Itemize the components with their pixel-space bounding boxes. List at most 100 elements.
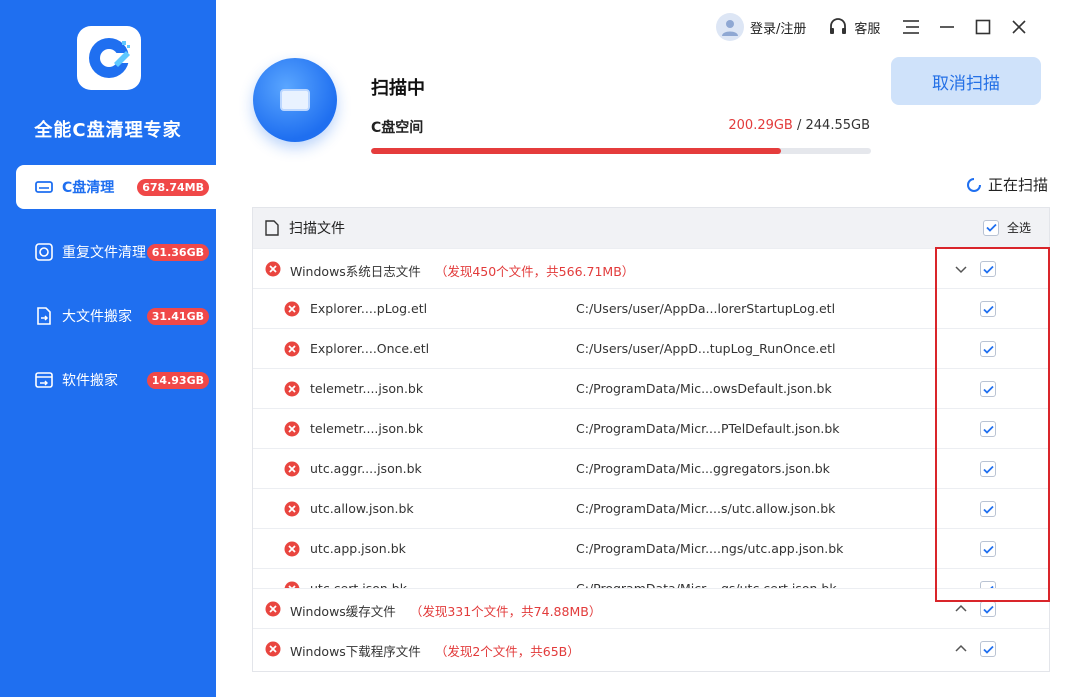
- error-x-icon: [265, 261, 281, 277]
- error-x-icon: [284, 301, 300, 317]
- minimize-icon: [940, 26, 955, 28]
- row-checkbox[interactable]: [980, 601, 996, 617]
- file-path: C:/Users/user/AppD...tupLog_RunOnce.etl: [576, 341, 836, 356]
- sidebar-item-label: 重复文件清理: [62, 245, 146, 261]
- error-x-icon: [265, 641, 281, 657]
- sidebar-item-label: 软件搬家: [62, 373, 118, 389]
- category-found-summary: （发现450个文件，共566.71MB）: [434, 264, 635, 279]
- file-row[interactable]: utc.cert.json.bk C:/ProgramData/Micr....g…: [253, 568, 1049, 588]
- sidebar-item-large-file-move[interactable]: 大文件搬家 31.41GB: [16, 294, 216, 338]
- app-logo: [77, 26, 141, 90]
- category-row[interactable]: Windows下载程序文件 （发现2个文件，共65B）: [253, 628, 1049, 668]
- size-badge: 678.74MB: [137, 178, 209, 196]
- minimize-button[interactable]: [936, 16, 958, 38]
- top-bar: 登录/注册 客服: [716, 10, 1030, 44]
- row-checkbox[interactable]: [980, 421, 996, 437]
- file-name: utc.allow.json.bk: [310, 501, 414, 516]
- c-drive-logo-icon: [89, 38, 130, 78]
- login-link[interactable]: 登录/注册: [750, 18, 806, 37]
- error-x-icon: [284, 581, 300, 588]
- sidebar-item-software-move[interactable]: 软件搬家 14.93GB: [16, 358, 216, 402]
- disk-usage-progress: [371, 148, 871, 154]
- sidebar: 全能C盘清理专家 C盘清理 678.74MB 重复文件清理 61.36GB 大文…: [0, 0, 216, 697]
- chevron-up-icon[interactable]: [954, 642, 968, 656]
- software-icon: [34, 370, 54, 390]
- category-row[interactable]: Windows缓存文件 （发现331个文件，共74.88MB）: [253, 588, 1049, 628]
- disk-usage-text: 200.29GB / 244.55GB: [728, 118, 870, 133]
- select-all-checkbox[interactable]: [983, 219, 999, 236]
- category-row[interactable]: Windows系统日志文件 （发现450个文件，共566.71MB）: [253, 248, 1049, 288]
- file-row[interactable]: utc.app.json.bk C:/ProgramData/Micr....ng…: [253, 528, 1049, 568]
- duplicate-icon: [34, 242, 54, 262]
- file-row[interactable]: telemetr....json.bk C:/ProgramData/Micr..…: [253, 408, 1049, 448]
- check-icon: [982, 505, 994, 514]
- headset-icon[interactable]: [828, 17, 848, 37]
- row-checkbox[interactable]: [980, 341, 996, 357]
- avatar[interactable]: [716, 13, 744, 41]
- file-name: utc.cert.json.bk: [310, 581, 407, 588]
- menu-icon: [903, 20, 920, 34]
- category-name: Windows缓存文件: [290, 604, 396, 619]
- file-name: utc.app.json.bk: [310, 541, 406, 556]
- category-name: Windows系统日志文件: [290, 264, 421, 279]
- error-x-icon: [284, 461, 300, 477]
- file-path: C:/ProgramData/Mic...owsDefault.json.bk: [576, 381, 832, 396]
- error-x-icon: [265, 601, 281, 617]
- maximize-button[interactable]: [972, 16, 994, 38]
- file-name: utc.aggr....json.bk: [310, 461, 422, 476]
- disk-used-value: 200.29GB: [728, 118, 793, 133]
- file-row[interactable]: Explorer....pLog.etl C:/Users/user/AppDa.…: [253, 288, 1049, 328]
- file-row[interactable]: telemetr....json.bk C:/ProgramData/Mic...…: [253, 368, 1049, 408]
- row-checkbox[interactable]: [980, 301, 996, 317]
- row-checkbox[interactable]: [980, 501, 996, 517]
- check-icon: [982, 305, 994, 314]
- file-name: telemetr....json.bk: [310, 421, 424, 436]
- scan-status-label: 正在扫描: [988, 176, 1049, 194]
- scan-title: 扫描中: [371, 78, 425, 99]
- chevron-up-icon[interactable]: [954, 602, 968, 616]
- support-link[interactable]: 客服: [854, 18, 880, 37]
- chevron-down-icon[interactable]: [954, 262, 968, 276]
- select-all-control[interactable]: 全选: [983, 219, 1031, 236]
- category-title: Windows系统日志文件 （发现450个文件，共566.71MB）: [290, 261, 634, 280]
- row-checkbox[interactable]: [980, 541, 996, 557]
- row-checkbox[interactable]: [980, 381, 996, 397]
- menu-button[interactable]: [900, 16, 922, 38]
- error-x-icon: [284, 541, 300, 557]
- check-icon: [985, 223, 997, 232]
- table-header: 扫描文件 全选: [253, 208, 1049, 248]
- sidebar-item-duplicate-clean[interactable]: 重复文件清理 61.36GB: [16, 230, 216, 274]
- category-found-summary: （发现331个文件，共74.88MB）: [409, 604, 602, 619]
- error-x-icon: [284, 381, 300, 397]
- file-name: Explorer....Once.etl: [310, 341, 430, 356]
- disk-icon: [34, 177, 54, 197]
- file-icon: [265, 220, 279, 236]
- check-icon: [982, 265, 994, 274]
- close-icon: [1012, 20, 1026, 34]
- sidebar-item-c-drive-clean[interactable]: C盘清理 678.74MB: [16, 165, 216, 209]
- select-all-label: 全选: [1007, 221, 1032, 235]
- file-row[interactable]: utc.allow.json.bk C:/ProgramData/Micr....…: [253, 488, 1049, 528]
- file-path: C:/ProgramData/Micr....s/utc.allow.json.…: [576, 501, 836, 516]
- cancel-scan-button[interactable]: 取消扫描: [891, 57, 1041, 105]
- size-badge: 14.93GB: [146, 371, 209, 389]
- check-icon: [982, 345, 994, 354]
- file-path: C:/ProgramData/Micr....PTelDefault.json.…: [576, 421, 840, 436]
- app-title: 全能C盘清理专家: [34, 120, 182, 141]
- file-path: C:/ProgramData/Mic...ggregators.json.bk: [576, 461, 830, 476]
- check-icon: [982, 605, 994, 614]
- row-checkbox[interactable]: [980, 261, 996, 277]
- file-name: telemetr....json.bk: [310, 381, 424, 396]
- disk-illustration: [253, 58, 337, 142]
- category-title: Windows缓存文件 （发现331个文件，共74.88MB）: [290, 601, 601, 620]
- row-checkbox[interactable]: [980, 581, 996, 588]
- file-path: C:/ProgramData/Micr....gs/utc.cert.json.…: [576, 581, 837, 588]
- file-row[interactable]: Explorer....Once.etl C:/Users/user/AppD..…: [253, 328, 1049, 368]
- file-row[interactable]: utc.aggr....json.bk C:/ProgramData/Mic...…: [253, 448, 1049, 488]
- row-checkbox[interactable]: [980, 641, 996, 657]
- close-button[interactable]: [1008, 16, 1030, 38]
- user-icon: [722, 20, 738, 36]
- table-body: Windows系统日志文件 （发现450个文件，共566.71MB） Explore…: [253, 248, 1049, 668]
- row-checkbox[interactable]: [980, 461, 996, 477]
- move-file-icon: [34, 306, 54, 326]
